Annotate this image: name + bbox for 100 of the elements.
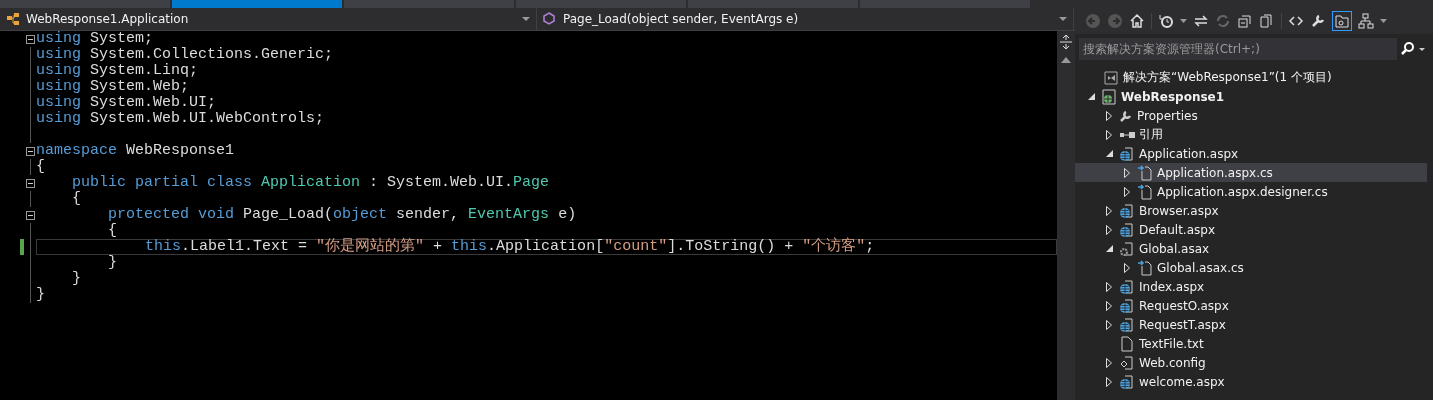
web-page-icon bbox=[1119, 316, 1135, 333]
tree-item[interactable]: RequestT.aspx bbox=[1075, 315, 1427, 334]
tree-item-label: Web.config bbox=[1139, 355, 1206, 370]
text-file-icon bbox=[1119, 335, 1135, 352]
tree-item[interactable]: 解决方案“WebResponse1”(1 个项目) bbox=[1075, 68, 1427, 87]
code-line: using System.Web.UI.WebControls; bbox=[36, 111, 326, 127]
tree-item-label: WebResponse1 bbox=[1121, 89, 1225, 104]
tree-item[interactable]: Global.asax.cs bbox=[1075, 258, 1427, 277]
expanded-arrow-icon[interactable] bbox=[1105, 150, 1113, 157]
code-line: { bbox=[36, 159, 46, 175]
tree-item[interactable]: TextFile.txt bbox=[1075, 334, 1427, 353]
collapsed-arrow-icon[interactable] bbox=[1106, 129, 1112, 140]
collapsed-arrow-icon[interactable] bbox=[1106, 110, 1112, 121]
code-file-icon bbox=[1137, 259, 1153, 276]
collapse-all-icon[interactable] bbox=[1237, 13, 1253, 29]
caret-icon[interactable] bbox=[1419, 47, 1425, 51]
code-line: using System.Collections.Generic; bbox=[36, 47, 335, 63]
wrench-icon bbox=[1119, 108, 1133, 123]
web-page-icon bbox=[1119, 221, 1135, 238]
collapsed-arrow-icon[interactable] bbox=[1106, 376, 1112, 387]
code-line: } bbox=[71, 271, 82, 287]
class-icon bbox=[6, 12, 20, 26]
collapse-icon[interactable] bbox=[25, 146, 35, 156]
code-line: namespace WebResponse1 bbox=[36, 143, 236, 159]
tree-item[interactable]: Default.aspx bbox=[1075, 220, 1427, 239]
tree-item-label: Browser.aspx bbox=[1139, 203, 1219, 218]
tree-item[interactable]: RequestO.aspx bbox=[1075, 296, 1427, 315]
tree-item-label: Global.asax bbox=[1139, 241, 1210, 256]
tree-item-label: Application.aspx bbox=[1139, 146, 1239, 161]
tree-item-label: RequestT.aspx bbox=[1139, 317, 1226, 332]
tree-item[interactable]: Web.config bbox=[1075, 353, 1427, 372]
collapse-icon[interactable] bbox=[25, 34, 35, 44]
code-line: { bbox=[71, 191, 82, 207]
code-line: } bbox=[36, 287, 46, 303]
method-icon bbox=[543, 12, 557, 26]
tree-item[interactable]: welcome.aspx bbox=[1075, 372, 1427, 391]
collapsed-arrow-icon[interactable] bbox=[1124, 262, 1130, 273]
caret-icon bbox=[522, 17, 530, 21]
caret-icon[interactable] bbox=[1380, 19, 1387, 23]
solution-icon bbox=[1103, 69, 1119, 86]
collapsed-arrow-icon[interactable] bbox=[1106, 357, 1112, 368]
collapse-icon[interactable] bbox=[25, 210, 35, 220]
collapsed-arrow-icon[interactable] bbox=[1106, 319, 1112, 330]
collapsed-arrow-icon[interactable] bbox=[1106, 281, 1112, 292]
scroll-up-icon[interactable] bbox=[1061, 57, 1071, 63]
tree-item-label: 引用 bbox=[1139, 126, 1163, 143]
code-line: public partial class Application : System.Web.UI.Page bbox=[71, 175, 551, 191]
collapsed-arrow-icon[interactable] bbox=[1106, 205, 1112, 216]
tree-item-label: TextFile.txt bbox=[1139, 336, 1204, 351]
collapsed-arrow-icon[interactable] bbox=[1124, 186, 1130, 197]
collapse-icon[interactable] bbox=[25, 178, 35, 188]
tree-item-label: Application.aspx.designer.cs bbox=[1157, 184, 1328, 199]
code-line: using System; bbox=[36, 31, 155, 47]
tree-item[interactable]: 引用 bbox=[1075, 125, 1427, 144]
refresh-icon[interactable] bbox=[1215, 13, 1231, 29]
project-icon bbox=[1101, 88, 1117, 105]
expanded-arrow-icon[interactable] bbox=[1087, 93, 1095, 100]
code-line: using System.Linq; bbox=[36, 63, 200, 79]
code-line: } bbox=[107, 255, 118, 271]
search-icon[interactable] bbox=[1401, 42, 1415, 56]
code-file-icon bbox=[1137, 164, 1153, 181]
code-line: using System.Web; bbox=[36, 79, 191, 95]
tree-item-label: Default.aspx bbox=[1139, 222, 1215, 237]
tree-item[interactable]: Application.aspx bbox=[1075, 144, 1427, 163]
show-all-files-icon[interactable] bbox=[1259, 13, 1275, 29]
tree-item[interactable]: Application.aspx.designer.cs bbox=[1075, 182, 1427, 201]
gear-file-icon bbox=[1119, 240, 1135, 257]
search-field[interactable]: 搜索解决方案资源管理器(Ctrl+;) bbox=[1079, 38, 1397, 60]
expanded-arrow-icon[interactable] bbox=[1105, 245, 1113, 252]
tree-item-label: Properties bbox=[1137, 108, 1198, 123]
tree-item-label: RequestO.aspx bbox=[1139, 298, 1229, 313]
tree-item-label: Global.asax.cs bbox=[1157, 260, 1244, 275]
diagram-icon[interactable] bbox=[1358, 13, 1374, 29]
web-page-icon bbox=[1119, 202, 1135, 219]
tree-item[interactable]: Properties bbox=[1075, 106, 1427, 125]
history-icon[interactable] bbox=[1158, 13, 1174, 29]
code-file-icon bbox=[1137, 183, 1153, 200]
collapsed-arrow-icon[interactable] bbox=[1106, 224, 1112, 235]
references-icon bbox=[1119, 130, 1135, 139]
wrench-icon[interactable] bbox=[1310, 13, 1326, 29]
tree-item[interactable]: Global.asax bbox=[1075, 239, 1427, 258]
split-icon[interactable] bbox=[1060, 35, 1072, 49]
config-file-icon bbox=[1119, 354, 1135, 371]
collapsed-arrow-icon[interactable] bbox=[1124, 167, 1130, 178]
code-line: using System.Web.UI; bbox=[36, 95, 218, 111]
tree-item[interactable]: Browser.aspx bbox=[1075, 201, 1427, 220]
caret-icon bbox=[1059, 17, 1067, 21]
code-line: { bbox=[107, 223, 118, 239]
web-page-icon bbox=[1119, 145, 1135, 162]
home-icon[interactable] bbox=[1129, 13, 1145, 29]
preview-icon[interactable] bbox=[1332, 11, 1352, 31]
tree-item[interactable]: Index.aspx bbox=[1075, 277, 1427, 296]
collapsed-arrow-icon[interactable] bbox=[1106, 300, 1112, 311]
tree-item-label: 解决方案“WebResponse1”(1 个项目) bbox=[1123, 69, 1332, 86]
tree-item[interactable]: WebResponse1 bbox=[1075, 87, 1427, 106]
code-line: protected void Page_Load(object sender, EventArgs e) bbox=[107, 207, 578, 223]
web-page-icon bbox=[1119, 278, 1135, 295]
tree-item[interactable]: Application.aspx.cs bbox=[1075, 163, 1427, 182]
sync-icon[interactable] bbox=[1193, 13, 1209, 29]
caret-icon[interactable] bbox=[1180, 19, 1187, 23]
